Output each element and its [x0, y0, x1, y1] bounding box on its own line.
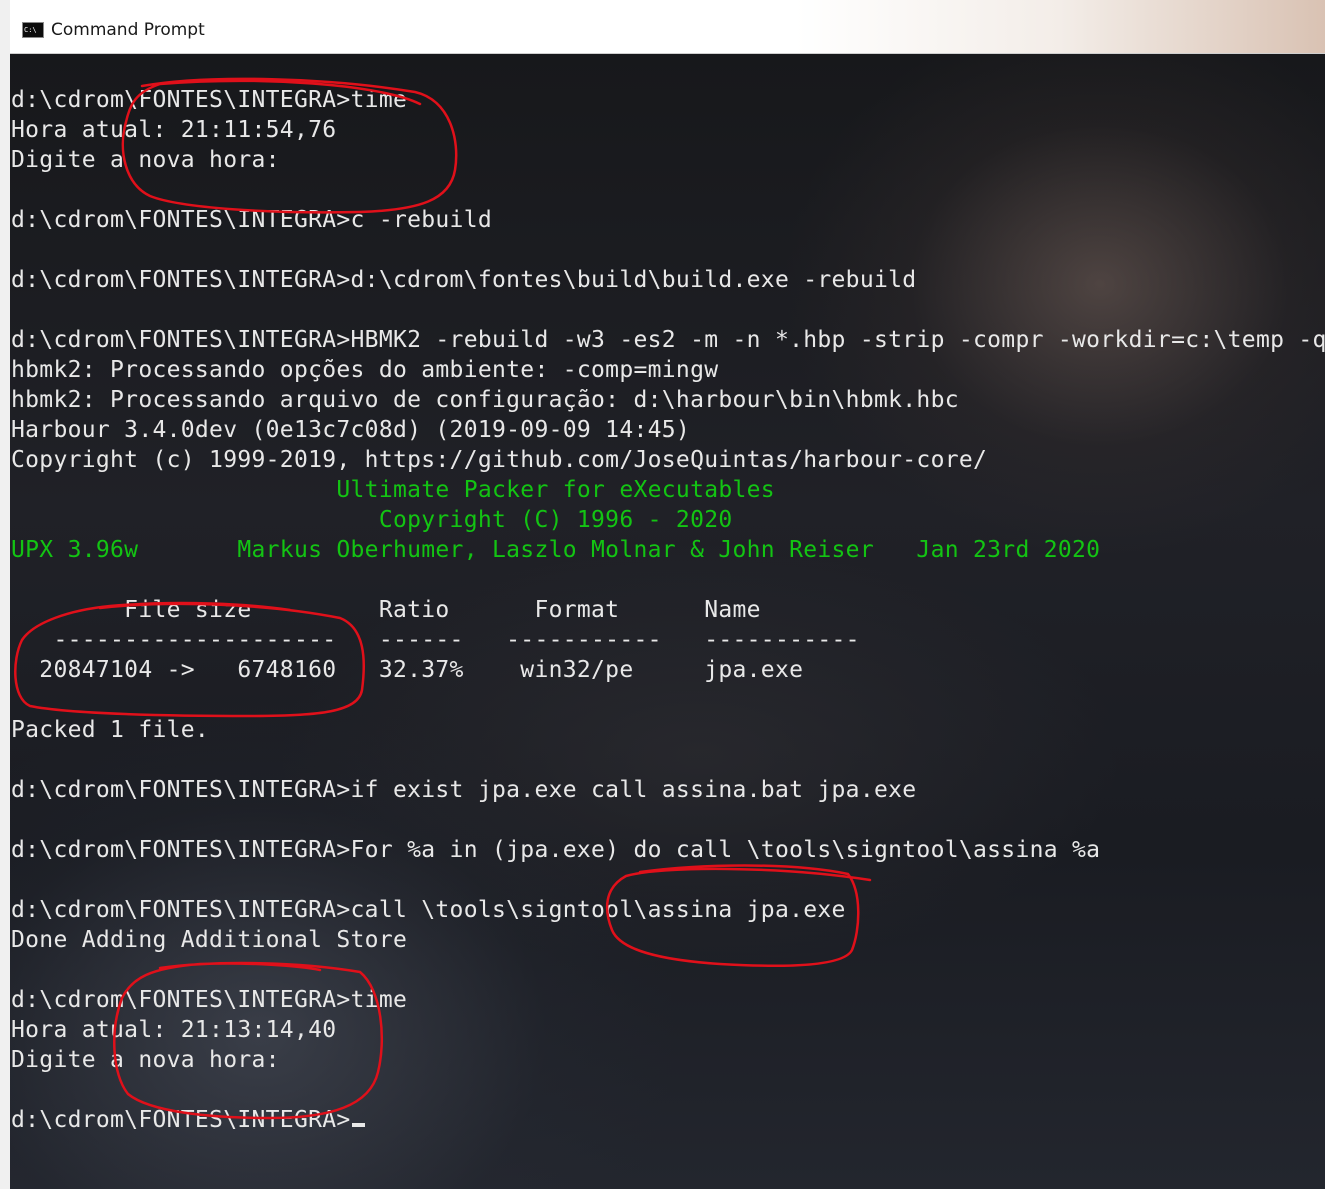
- console-output: d:\cdrom\FONTES\INTEGRA>time Hora atual: …: [11, 85, 1325, 1135]
- console-line: d:\cdrom\FONTES\INTEGRA>HBMK2 -rebuild -…: [11, 327, 1325, 353]
- console-line: File size Ratio Format Name: [11, 597, 761, 623]
- window-left-border: [0, 0, 10, 1189]
- console-line: Packed 1 file.: [11, 717, 210, 743]
- console-line: d:\cdrom\FONTES\INTEGRA>time: [11, 87, 408, 113]
- console-line: Done Adding Additional Store: [11, 927, 408, 953]
- console-line: Digite a nova hora:: [11, 147, 280, 173]
- console-prompt-line[interactable]: d:\cdrom\FONTES\INTEGRA>: [11, 1105, 1325, 1135]
- console-line: Copyright (C) 1996 - 2020: [11, 507, 733, 533]
- console-line: Harbour 3.4.0dev (0e13c7c08d) (2019-09-0…: [11, 417, 691, 443]
- console-line: d:\cdrom\FONTES\INTEGRA>time: [11, 987, 408, 1013]
- console-line: 20847104 -> 6748160 32.37% win32/pe jpa.…: [11, 657, 804, 683]
- console-line: d:\cdrom\FONTES\INTEGRA>call \tools\sign…: [11, 897, 846, 923]
- window-title: Command Prompt: [51, 20, 205, 40]
- console-line: Copyright (c) 1999-2019, https://github.…: [11, 447, 988, 473]
- title-bar[interactable]: C:\ Command Prompt: [0, 0, 1325, 54]
- console-line: hbmk2: Processando opções do ambiente: -…: [11, 357, 719, 383]
- console-line: UPX 3.96w Markus Oberhumer, Laszlo Molna…: [11, 537, 1101, 563]
- console-line: d:\cdrom\FONTES\INTEGRA>if exist jpa.exe…: [11, 777, 917, 803]
- console-line: hbmk2: Processando arquivo de configuraç…: [11, 387, 959, 413]
- console-line: d:\cdrom\FONTES\INTEGRA>For %a in (jpa.e…: [11, 837, 1101, 863]
- console-prompt: d:\cdrom\FONTES\INTEGRA>: [11, 1107, 351, 1133]
- cmd-icon: C:\: [22, 22, 44, 38]
- console-line: Hora atual: 21:11:54,76: [11, 117, 337, 143]
- text-cursor: [351, 1123, 365, 1127]
- console-line: -------------------- ------ ----------- …: [11, 627, 860, 653]
- command-prompt-window: C:\ Command Prompt d:\cdrom\FONTES\INTEG…: [0, 0, 1325, 1189]
- console-line: d:\cdrom\FONTES\INTEGRA>c -rebuild: [11, 207, 493, 233]
- console-line: d:\cdrom\FONTES\INTEGRA>d:\cdrom\fontes\…: [11, 267, 917, 293]
- console-line: Ultimate Packer for eXecutables: [11, 477, 775, 503]
- console-line: Digite a nova hora:: [11, 1047, 280, 1073]
- console-line: Hora atual: 21:13:14,40: [11, 1017, 337, 1043]
